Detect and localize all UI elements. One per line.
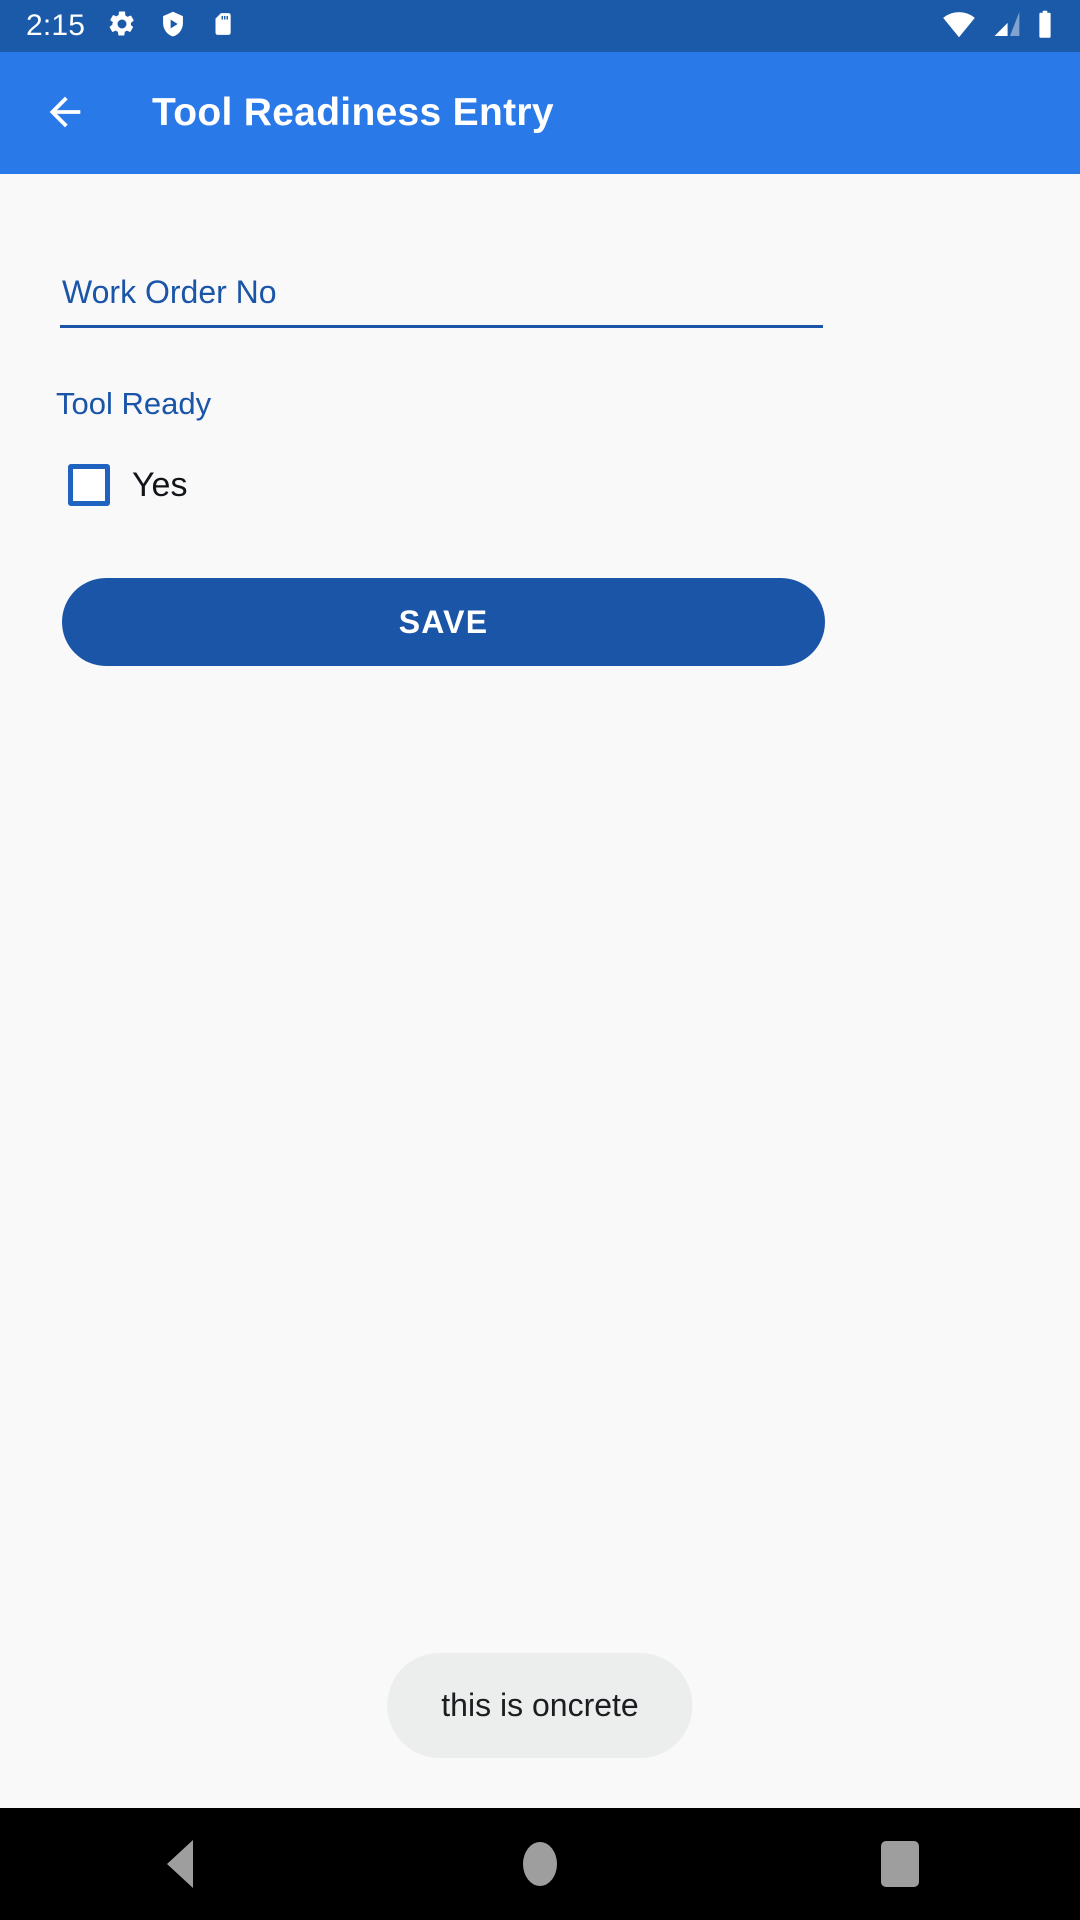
wifi-icon (942, 10, 976, 43)
work-order-field-wrapper (60, 274, 1020, 328)
sd-card-icon (209, 9, 235, 44)
save-button[interactable]: SAVE (62, 578, 825, 666)
cellular-signal-icon (990, 10, 1022, 43)
nav-home-button[interactable] (475, 1808, 605, 1920)
tool-ready-checkbox-row[interactable]: Yes (68, 464, 187, 506)
tool-ready-label: Tool Ready (56, 386, 212, 421)
app-bar: Tool Readiness Entry (0, 52, 1080, 174)
form-content: Tool Ready Yes SAVE this is oncrete (0, 174, 1080, 1808)
toast-message: this is oncrete (387, 1653, 693, 1758)
status-bar-clock: 2:15 (26, 9, 86, 42)
nav-recents-button[interactable] (835, 1808, 965, 1920)
arrow-back-icon (42, 89, 88, 138)
back-button[interactable] (36, 84, 94, 142)
status-bar: 2:15 (0, 0, 1080, 52)
nav-recents-square-icon (881, 1841, 919, 1887)
work-order-input[interactable] (60, 274, 823, 328)
status-bar-right (942, 9, 1054, 44)
settings-gear-icon (107, 9, 137, 44)
nav-home-circle-icon (523, 1842, 557, 1886)
status-bar-left: 2:15 (26, 9, 235, 44)
system-navigation-bar (0, 1808, 1080, 1920)
page-title: Tool Readiness Entry (152, 91, 554, 134)
phone-screen: 2:15 Tool Readiness Entry Work Order No … (0, 0, 1080, 1920)
nav-back-button[interactable] (115, 1808, 245, 1920)
tool-ready-checkbox-label: Yes (132, 466, 188, 504)
nav-back-triangle-icon (167, 1840, 193, 1888)
play-protect-shield-icon (159, 9, 187, 44)
battery-full-icon (1036, 9, 1054, 44)
tool-ready-checkbox[interactable] (68, 464, 110, 506)
